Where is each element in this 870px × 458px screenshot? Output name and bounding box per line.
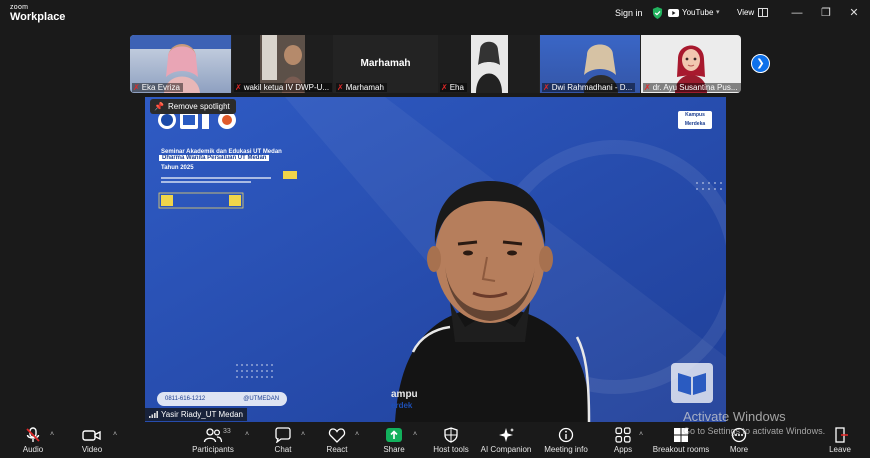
mic-muted-icon [26,427,40,442]
participant-name: wakil ketua IV DWP-U... [243,83,330,92]
chevron-right-icon[interactable]: ❯ [751,54,770,73]
meeting-info-label: Meeting info [544,445,588,454]
participant-name: Yasir Riady_UT Medan [161,410,243,419]
remove-spotlight-button[interactable]: 📌 Remove spotlight [150,99,236,114]
participant-filmstrip: ✗ Eka Evriza ✗ wakil ketua IV DWP-U... Mar… [130,35,741,93]
zoom-logo: zoom Workplace [10,4,65,23]
host-tools-shield-icon [444,427,458,443]
tile-title: Marhamah [360,58,411,69]
participants-icon [203,428,223,443]
minimize-icon[interactable]: — [789,5,805,21]
host-tools-button[interactable]: Host tools [421,427,481,454]
sign-in-button[interactable]: Sign in [615,8,643,18]
participants-count: 33 [223,428,231,435]
chat-options-caret[interactable]: ˄ [301,431,305,438]
video-tile[interactable]: ✗ Eha [438,35,539,93]
chevron-down-icon[interactable]: ▾ [716,8,720,16]
participant-name: Eha [449,83,464,92]
tile-name: ✗ Marhamah [336,83,387,92]
react-label: React [326,445,348,454]
audio-options-caret[interactable]: ˄ [50,431,54,438]
mic-muted-icon: ✗ [441,83,448,92]
signal-icon [149,411,158,418]
heart-react-icon [328,428,346,443]
ai-sparkle-icon [499,428,514,442]
mic-muted-icon: ✗ [133,83,140,92]
svg-text:ampu: ampu [391,389,418,400]
share-options-caret[interactable]: ˄ [413,431,417,438]
video-tile[interactable]: ✗ wakil ketua IV DWP-U... [232,35,333,93]
slide-contact-bar: 0811-616-1212 @UTMEDAN [157,392,288,406]
chat-icon [275,427,291,443]
video-tile[interactable]: ✗ Dwi Rahmadhani - D... [540,35,640,93]
video-background: ampu erdek [145,97,726,422]
participants-options-caret[interactable]: ˄ [245,431,249,438]
ai-companion-button[interactable]: AI Companion [476,427,536,454]
spotlight-name-label: Yasir Riady_UT Medan [145,408,247,421]
activate-windows-subtitle: Go to Settings to activate Windows. [683,426,826,436]
slide-year: Tahun 2025 [161,165,194,171]
mic-muted-icon: ✗ [644,83,651,92]
svg-text:erdek: erdek [391,401,413,410]
video-camera-icon [82,430,101,441]
ai-companion-label: AI Companion [480,445,532,454]
activate-windows-title: Activate Windows [683,409,786,424]
phone-number: 0811-616-1212 [165,396,206,402]
brand-small: zoom [10,4,29,11]
video-tile[interactable]: Marhamah ✗ Marhamah [334,35,437,93]
tile-name: ✗ Dwi Rahmadhani - D... [542,83,636,92]
social-handle: @UTMEDAN [243,396,280,402]
react-options-caret[interactable]: ˄ [355,431,359,438]
participant-name: dr. Ayu Susantina Pus... [652,83,738,92]
title-bar: zoom Workplace Sign in YouTube ▾ View — … [0,0,870,28]
video-options-caret[interactable]: ˄ [113,431,117,438]
tile-name: ✗ Eha [440,83,467,92]
spotlight-video[interactable]: ampu erdek Seminar Akademik dan Edukasi … [145,97,726,422]
chat-label: Chat [274,445,292,454]
youtube-icon[interactable] [668,9,679,17]
tile-name: ✗ wakil ketua IV DWP-U... [234,83,333,92]
host-tools-label: Host tools [433,445,469,454]
apps-button[interactable]: Apps [593,427,653,454]
mic-muted-icon: ✗ [337,83,344,92]
video-tile[interactable]: ✗ Eka Evriza [130,35,231,93]
share-screen-icon [386,428,402,442]
tile-name: ✗ dr. Ayu Susantina Pus... [643,83,741,92]
audio-label: Audio [22,445,44,454]
leave-door-icon [835,427,848,443]
participant-name: Marhamah [345,83,384,92]
share-label: Share [383,445,405,454]
mic-muted-icon: ✗ [235,83,242,92]
breakout-rooms-label: Breakout rooms [652,445,710,454]
brand-large: Workplace [10,11,66,23]
kampus-merdeka-logo: Kampus Merdeka [678,111,712,129]
apps-options-caret[interactable]: ˄ [639,431,643,438]
participants-button[interactable]: Participants [183,427,243,454]
tile-name: ✗ Eka Evriza [132,83,183,92]
view-button[interactable]: View [737,8,754,17]
close-icon[interactable]: ✕ [846,5,862,21]
pin-icon: 📌 [154,102,164,111]
mic-muted-icon: ✗ [543,83,550,92]
more-label: More [729,445,749,454]
participants-label: Participants [192,445,234,454]
view-layout-icon[interactable] [758,8,768,17]
info-icon [558,427,574,443]
video-label: Video [81,445,103,454]
slide-subtitle: Dharma Wanita Persatuan UT Medan [159,155,270,161]
meeting-info-button[interactable]: Meeting info [536,427,596,454]
apps-grid-icon [615,427,631,443]
remove-spotlight-label: Remove spotlight [167,102,230,111]
restore-icon[interactable]: ❐ [818,5,834,21]
leave-label: Leave [829,445,851,454]
youtube-button[interactable]: YouTube [682,8,713,17]
video-tile[interactable]: ✗ dr. Ayu Susantina Pus... [641,35,741,93]
apps-label: Apps [613,445,633,454]
participant-name: Dwi Rahmadhani - D... [551,83,633,92]
participant-name: Eka Evriza [141,83,180,92]
shield-check-icon[interactable] [652,7,663,19]
